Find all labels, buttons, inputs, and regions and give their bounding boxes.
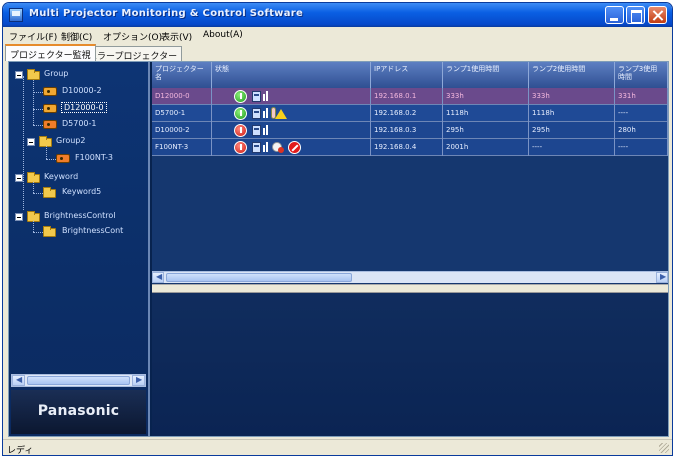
- warning-icon: [275, 109, 287, 119]
- minimize-button[interactable]: [605, 6, 624, 24]
- tree-node-group2[interactable]: Group2: [27, 135, 145, 149]
- column-header-lamp2[interactable]: ランプ2使用時間: [529, 62, 615, 88]
- projector-tree[interactable]: Group D10000-2 D12000-0 D5700-1 Group2 F…: [9, 62, 150, 436]
- status-bar: レディ: [3, 439, 672, 455]
- input-icon: [252, 91, 261, 102]
- scroll-thumb[interactable]: [166, 273, 352, 282]
- folder-icon: [43, 187, 56, 198]
- close-button[interactable]: [648, 6, 667, 24]
- tree-item-keyword[interactable]: Keyword5: [43, 186, 145, 200]
- menu-options[interactable]: オプション(O): [103, 30, 162, 43]
- grid-header: プロジェクター名 状態 IPアドレス ランプ1使用時間 ランプ2使用時間 ランプ…: [152, 62, 668, 88]
- tree-node-keyword[interactable]: Keyword: [15, 171, 145, 185]
- collapse-icon[interactable]: [15, 213, 23, 221]
- signal-icon: [263, 91, 269, 101]
- status-cell: [212, 139, 371, 156]
- menu-view[interactable]: 表示(V): [161, 30, 192, 43]
- arrow-left-icon: ◀: [16, 375, 23, 384]
- app-icon[interactable]: [9, 8, 23, 22]
- input-icon: [252, 142, 261, 153]
- scroll-left-button[interactable]: ◀: [152, 272, 164, 283]
- menu-file[interactable]: ファイル(F): [9, 30, 57, 43]
- projector-error-icon: [56, 154, 70, 163]
- signal-icon: [263, 125, 269, 135]
- status-cell: [212, 88, 371, 105]
- tab-projector-monitor[interactable]: プロジェクター監視: [5, 44, 96, 61]
- column-header-status[interactable]: 状態: [212, 62, 371, 88]
- column-header-name[interactable]: プロジェクター名: [152, 62, 212, 88]
- tree-node-group[interactable]: Group: [15, 68, 145, 82]
- tree-item-projector[interactable]: D12000-0: [43, 102, 145, 116]
- tree-horizontal-scrollbar[interactable]: ◀ ▶: [11, 374, 146, 387]
- menu-control[interactable]: 制御(C): [61, 30, 92, 43]
- tree-item-projector[interactable]: F100NT-3: [56, 152, 145, 166]
- status-cell: [212, 122, 371, 139]
- input-icon: [252, 125, 261, 136]
- arrow-right-icon: ▶: [660, 272, 667, 281]
- collapse-icon[interactable]: [15, 71, 23, 79]
- status-cell: [212, 105, 371, 122]
- power-on-icon: [234, 90, 247, 103]
- collapse-icon[interactable]: [27, 138, 35, 146]
- table-row[interactable]: F100NT-3 192.168.0.4 2001h ---- ----: [152, 139, 668, 156]
- arrow-right-icon: ▶: [136, 375, 143, 384]
- tree-node-brightness[interactable]: BrightnessControl: [15, 210, 145, 224]
- power-off-icon: [234, 124, 247, 137]
- content-frame: Group D10000-2 D12000-0 D5700-1 Group2 F…: [8, 61, 669, 437]
- grid-horizontal-scrollbar[interactable]: ◀ ▶: [152, 271, 668, 283]
- scroll-right-button[interactable]: ▶: [132, 375, 145, 386]
- maximize-button[interactable]: [626, 6, 645, 24]
- menu-bar: ファイル(F) 制御(C) オプション(O) 表示(V) About(A): [3, 27, 672, 44]
- column-header-lamp1[interactable]: ランプ1使用時間: [443, 62, 529, 88]
- column-header-ip[interactable]: IPアドレス: [371, 62, 443, 88]
- tree-item-projector[interactable]: D10000-2: [43, 85, 145, 99]
- projector-icon: [43, 87, 57, 96]
- input-icon: [252, 108, 261, 119]
- column-header-lamp3[interactable]: ランプ3使用時間: [615, 62, 668, 88]
- brand-area: Panasonic: [11, 390, 146, 434]
- collapse-icon[interactable]: [15, 174, 23, 182]
- menu-about[interactable]: About(A): [203, 30, 243, 40]
- lamp-error-icon: [272, 142, 284, 153]
- tree-item-projector[interactable]: D5700-1: [43, 118, 145, 132]
- projector-grid: プロジェクター名 状態 IPアドレス ランプ1使用時間 ランプ2使用時間 ランプ…: [152, 62, 668, 284]
- pane-splitter[interactable]: [152, 284, 668, 293]
- status-text: レディ: [7, 446, 34, 456]
- table-row[interactable]: D5700-1 192.168.0.2 1118h 1118h ----: [152, 105, 668, 122]
- scroll-right-button[interactable]: ▶: [656, 272, 668, 283]
- error-icon: [288, 141, 301, 154]
- scroll-thumb[interactable]: [27, 376, 130, 385]
- scroll-left-button[interactable]: ◀: [12, 375, 25, 386]
- detail-pane: [152, 293, 668, 436]
- resize-grip-icon[interactable]: [659, 443, 669, 453]
- tab-strip: プロジェクター監視 エラープロジェクター: [3, 44, 672, 62]
- projector-icon: [43, 104, 57, 113]
- signal-icon: [263, 108, 269, 118]
- folder-icon: [27, 69, 40, 80]
- title-bar[interactable]: Multi Projector Monitoring & Control Sof…: [3, 3, 672, 27]
- tab-error-projector[interactable]: エラープロジェクター: [83, 46, 183, 62]
- app-window: Multi Projector Monitoring & Control Sof…: [2, 2, 673, 456]
- window-title: Multi Projector Monitoring & Control Sof…: [29, 8, 304, 19]
- projector-warning-icon: [43, 120, 57, 129]
- brand-logo: Panasonic: [37, 403, 120, 419]
- power-on-icon: [234, 107, 247, 120]
- table-row[interactable]: D10000-2 192.168.0.3 295h 295h 280h: [152, 122, 668, 139]
- power-off-icon: [234, 141, 247, 154]
- folder-icon: [43, 226, 56, 237]
- signal-icon: [263, 142, 269, 152]
- arrow-left-icon: ◀: [156, 272, 163, 281]
- tree-item-brightness[interactable]: BrightnessCont: [43, 225, 145, 239]
- table-row[interactable]: D12000-0 192.168.0.1 333h 333h 331h: [152, 88, 668, 105]
